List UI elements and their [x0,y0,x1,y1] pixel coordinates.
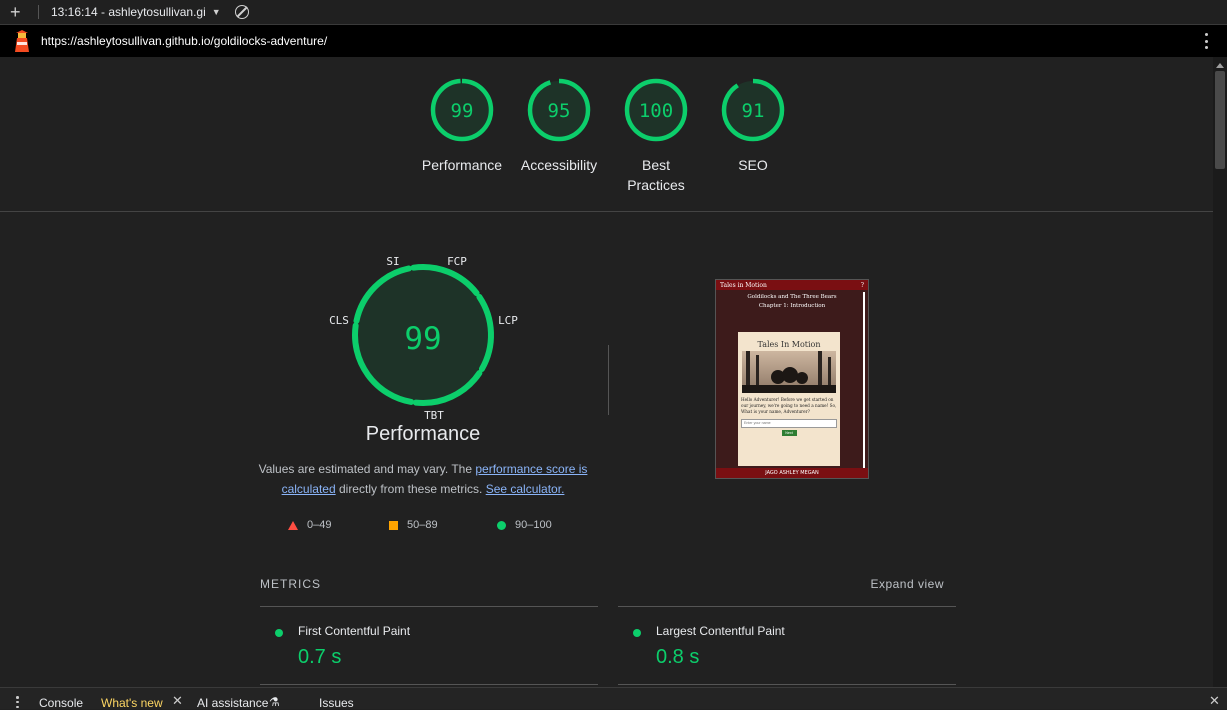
report-url[interactable]: https://ashleytosullivan.github.io/goldi… [41,34,327,48]
legend-fail-range: 0–49 [307,519,332,531]
desc-text-prefix: Values are estimated and may vary. The [258,462,476,476]
gauge-ring: 95 [527,78,591,142]
gauge-label: Accessibility [520,157,598,173]
metric-largest-contentful-paint: Largest Contentful Paint 0.8 s [618,617,938,679]
shot-chapter: Chapter 1: Introduction [758,303,826,309]
gauge-score: 99 [451,100,474,122]
legend-pass: 90–100 [497,519,552,531]
gauge-best-practices[interactable]: 100 Best Practices [606,77,706,195]
expand-view-toggle[interactable]: Expand view [870,577,944,591]
gauge-label: Performance [421,157,503,173]
drawer-menu-icon[interactable] [16,696,19,708]
clear-reports-icon[interactable] [234,5,249,19]
shot-app-bar: Tales in Motion ? [716,280,868,290]
gauge-score: 95 [548,100,571,122]
toolbar-divider [38,5,39,19]
metric-label-cls: CLS [329,314,349,327]
metrics-divider-bottom-right [618,684,956,685]
orange-square-icon [389,520,398,530]
flask-icon: ⚗ [269,695,280,709]
gauge-seo[interactable]: 91 SEO [703,77,803,175]
report-content: 99 Performance 95 Accessibility 100 Best Pra… [0,57,1213,687]
metric-value: 0.8 s [656,646,700,668]
new-report-button[interactable]: + [10,3,26,21]
gauge-label: Best Practices [627,157,685,193]
performance-score: 99 [404,321,441,357]
red-triangle-icon [288,520,298,530]
desc-text-middle: directly from these metrics. [335,482,486,496]
see-calculator-link[interactable]: See calculator. [486,482,565,496]
scrollbar-thumb[interactable] [1215,71,1225,169]
final-screenshot-thumbnail[interactable]: Tales in Motion ? Goldilocks and The Thr… [715,279,869,479]
performance-description: Values are estimated and may vary. The p… [258,459,588,499]
metric-label-tbt: TBT [424,409,444,422]
shot-help: ? [860,281,864,289]
close-drawer-icon[interactable]: ✕ [1209,693,1220,709]
legend-fail: 0–49 [288,519,331,531]
gauge-performance[interactable]: 99 Performance [412,77,512,175]
metrics-header: METRICS Expand view [260,577,944,591]
legend-average-range: 50–89 [407,519,438,531]
pass-dot-icon [633,629,641,637]
gauge-ring: 99 [430,78,494,142]
gauge-ring: 100 [624,78,688,142]
legend-average: 50–89 [389,519,438,531]
shot-footer: JAGO ASHLEY MEGAN [716,468,868,478]
metric-label-lcp: LCP [498,314,518,327]
report-selector[interactable]: 13:16:14 - ashleytosullivan.gi ▼ [51,5,221,19]
more-options-icon[interactable] [1205,33,1209,49]
vertical-divider [608,345,609,415]
metric-name: Largest Contentful Paint [656,624,785,638]
metric-first-contentful-paint: First Contentful Paint 0.7 s [260,617,580,679]
metrics-heading: METRICS [260,577,321,591]
drawer-tabbar: Console What's new ✕ AI assistance ⚗ Iss… [0,687,1227,710]
scroll-up-icon[interactable] [1216,63,1224,68]
metric-label-fcp: FCP [447,255,467,268]
metrics-divider-bottom-left [260,684,598,685]
shot-name-input: Enter your name [741,419,837,428]
performance-score-gauge: 99 SI FCP LCP TBT CLS [318,249,528,429]
report-selector-label: 13:16:14 - ashleytosullivan.gi [51,5,206,19]
shot-logo-text: Tales In Motion [757,340,821,349]
report-scrollbar[interactable] [1213,57,1227,687]
green-circle-icon [497,520,506,530]
shot-app-name: Tales in Motion [720,281,767,289]
metrics-divider-right [618,606,956,607]
shot-next-button: Next [781,430,797,436]
metric-value: 0.7 s [298,646,342,668]
metric-name: First Contentful Paint [298,624,411,638]
metrics-divider-left [260,606,598,607]
gauge-accessibility[interactable]: 95 Accessibility [509,77,609,175]
pass-dot-icon [275,629,283,637]
report-url-bar: https://ashleytosullivan.github.io/goldi… [0,25,1227,57]
legend-pass-range: 90–100 [515,519,552,531]
metric-label-si: SI [386,255,399,268]
chevron-down-icon: ▼ [211,7,221,17]
performance-title: Performance [365,423,481,445]
lighthouse-toolbar: + 13:16:14 - ashleytosullivan.gi ▼ [0,0,1227,25]
gauge-label: SEO [738,157,768,173]
shot-scrollbar [863,292,865,468]
lighthouse-logo-icon [13,30,31,52]
category-gauges: 99 Performance 95 Accessibility 100 Best Pra… [0,77,1213,211]
shot-story-title: Goldilocks and The Three Bears [747,294,837,300]
score-scale-legend: 0–49 50–89 90–100 [288,519,588,533]
shot-body-text: Hello Adventurer! Before we get started … [741,397,837,414]
gauge-score: 91 [742,100,765,122]
gauge-score: 100 [639,100,673,122]
section-divider [0,211,1213,212]
gauge-ring: 91 [721,78,785,142]
shot-forest-image [742,351,836,393]
close-tab-icon[interactable]: ✕ [172,693,183,709]
shot-paper-card: Tales In Motion Hello Adventurer! Before… [738,332,840,466]
